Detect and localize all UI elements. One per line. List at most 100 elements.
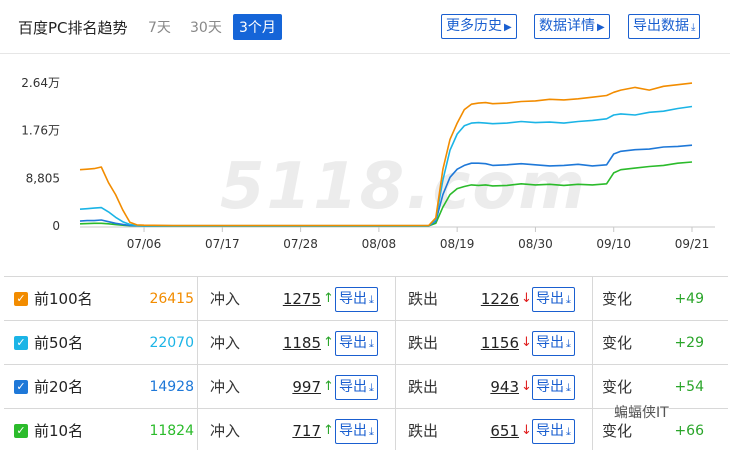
table-row: ✓ 前100名 26415 冲入 1275 ↑ 导出 ⤓ 跌出 1226 ↓ 导出 ⤓ 变化 +49 xyxy=(4,277,728,321)
divider xyxy=(197,277,198,321)
arrow-up-icon: ↑ xyxy=(323,379,334,394)
range-3m-tab[interactable]: 3个月 xyxy=(233,14,282,40)
out-label: 跌出 xyxy=(408,290,439,308)
checkbox-checked-icon[interactable]: ✓ xyxy=(14,292,28,306)
caret-right-icon: ▶ xyxy=(504,22,512,33)
out-label: 跌出 xyxy=(408,334,439,352)
x-tick-label: 08/19 xyxy=(440,237,475,251)
caret-right-icon: ▶ xyxy=(597,22,605,33)
page-title: 百度PC排名趋势 xyxy=(18,19,128,37)
rank-label: 前50名 xyxy=(34,334,84,352)
chart-header: 百度PC排名趋势 7天 30天 3个月 更多历史 ▶ 数据详情 ▶ 导出数据 ⤓ xyxy=(0,0,730,54)
divider xyxy=(197,409,198,450)
export-out-button[interactable]: 导出 ⤓ xyxy=(532,419,575,444)
divider xyxy=(592,409,593,450)
export-in-button[interactable]: 导出 ⤓ xyxy=(335,419,378,444)
arrow-down-icon: ↓ xyxy=(521,335,532,350)
checkbox-checked-icon[interactable]: ✓ xyxy=(14,336,28,350)
in-label: 冲入 xyxy=(210,378,241,396)
range-7d-tab[interactable]: 7天 xyxy=(148,17,171,37)
out-count-link[interactable]: 651 xyxy=(464,409,519,450)
rank-total: 26415 xyxy=(149,291,194,307)
arrow-down-icon: ↓ xyxy=(521,423,532,438)
series-line-top10 xyxy=(79,161,693,227)
rank-label: 前10名 xyxy=(34,422,84,440)
divider xyxy=(197,365,198,409)
divider xyxy=(592,321,593,365)
divider xyxy=(395,365,396,409)
download-icon: ⤓ xyxy=(566,337,571,350)
change-label: 变化 xyxy=(602,334,633,352)
export-label: 导出 xyxy=(536,423,564,439)
x-tick-label: 07/17 xyxy=(205,237,240,251)
range-30d-tab[interactable]: 30天 xyxy=(190,17,222,37)
out-label: 跌出 xyxy=(408,378,439,396)
series-line-top20 xyxy=(79,144,693,227)
checkbox-checked-icon[interactable]: ✓ xyxy=(14,424,28,438)
export-label: 导出 xyxy=(536,379,564,395)
divider xyxy=(395,321,396,365)
export-label: 导出 xyxy=(339,379,367,395)
export-out-button[interactable]: 导出 ⤓ xyxy=(532,331,575,356)
arrow-up-icon: ↑ xyxy=(323,291,334,306)
checkbox-checked-icon[interactable]: ✓ xyxy=(14,380,28,394)
export-in-button[interactable]: 导出 ⤓ xyxy=(335,375,378,400)
export-in-button[interactable]: 导出 ⤓ xyxy=(335,287,378,312)
download-icon: ⤓ xyxy=(566,381,571,394)
export-out-button[interactable]: 导出 ⤓ xyxy=(532,287,575,312)
in-label: 冲入 xyxy=(210,290,241,308)
y-tick-label: 8,805 xyxy=(26,171,60,185)
x-tick-label: 09/21 xyxy=(675,237,710,251)
rank-label: 前20名 xyxy=(34,378,84,396)
change-value: +66 xyxy=(674,423,704,439)
in-count-link[interactable]: 997 xyxy=(266,365,321,409)
export-label: 导出 xyxy=(536,291,564,307)
download-icon: ⤓ xyxy=(369,425,374,438)
data-details-button[interactable]: 数据详情 ▶ xyxy=(534,14,610,39)
y-tick-label: 1.76万 xyxy=(21,124,60,138)
change-value: +49 xyxy=(674,291,704,307)
out-count-link[interactable]: 943 xyxy=(464,365,519,409)
x-tick-label: 07/28 xyxy=(283,237,318,251)
divider xyxy=(592,365,593,409)
in-count-link[interactable]: 1275 xyxy=(266,277,321,321)
in-label: 冲入 xyxy=(210,334,241,352)
export-label: 导出 xyxy=(339,335,367,351)
series-line-top100 xyxy=(79,82,693,227)
x-tick-label: 07/06 xyxy=(127,237,162,251)
in-count-link[interactable]: 1185 xyxy=(266,321,321,365)
x-tick-label: 08/08 xyxy=(362,237,397,251)
change-value: +29 xyxy=(674,335,704,351)
export-data-label: 导出数据 xyxy=(633,18,689,34)
trend-chart-svg: 0 8,805 1.76万 2.64万 07/06 07/17 07/28 08/08 08/1… xyxy=(21,76,715,251)
out-count-link[interactable]: 1156 xyxy=(464,321,519,365)
export-in-button[interactable]: 导出 ⤓ xyxy=(335,331,378,356)
arrow-up-icon: ↑ xyxy=(323,423,334,438)
export-out-button[interactable]: 导出 ⤓ xyxy=(532,375,575,400)
data-details-label: 数据详情 xyxy=(539,18,595,34)
arrow-up-icon: ↑ xyxy=(323,335,334,350)
download-icon: ⤓ xyxy=(566,293,571,306)
download-icon: ⤓ xyxy=(369,381,374,394)
change-value: +54 xyxy=(674,379,704,395)
in-label: 冲入 xyxy=(210,422,241,440)
download-icon: ⤓ xyxy=(691,22,696,33)
arrow-down-icon: ↓ xyxy=(521,291,532,306)
x-tick-label: 08/30 xyxy=(518,237,553,251)
out-label: 跌出 xyxy=(408,422,439,440)
trend-chart: 5118.com 0 8,805 1.76万 2.64万 07/06 07/17 07/28… xyxy=(0,55,730,275)
rank-label: 前100名 xyxy=(34,290,93,308)
out-count-link[interactable]: 1226 xyxy=(464,277,519,321)
series-line-top50 xyxy=(79,105,693,227)
in-count-link[interactable]: 717 xyxy=(266,409,321,450)
divider xyxy=(395,277,396,321)
wechat-watermark: 蝙蝠侠IT xyxy=(614,402,669,422)
more-history-button[interactable]: 更多历史 ▶ xyxy=(441,14,517,39)
export-data-button[interactable]: 导出数据 ⤓ xyxy=(628,14,701,39)
rank-total: 14928 xyxy=(149,379,194,395)
export-label: 导出 xyxy=(339,423,367,439)
table-row: ✓ 前50名 22070 冲入 1185 ↑ 导出 ⤓ 跌出 1156 ↓ 导出 ⤓ 变化 +29 xyxy=(4,321,728,365)
rank-total: 22070 xyxy=(149,335,194,351)
divider xyxy=(592,277,593,321)
download-icon: ⤓ xyxy=(369,337,374,350)
